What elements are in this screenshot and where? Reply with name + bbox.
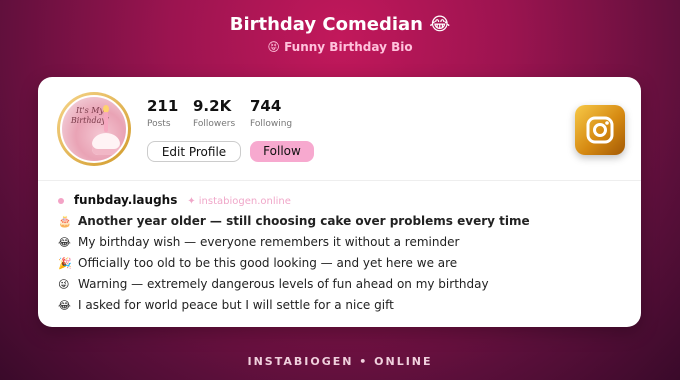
- handle-row: funbday.laughs ✦ instabiogen.online: [58, 193, 291, 207]
- avatar-image: It's My Birthday!: [60, 95, 128, 163]
- status-dot-icon: [58, 197, 64, 204]
- party-popper-icon: 🎉: [58, 257, 72, 270]
- bio-line: 🎉 Officially too old to be this good look…: [58, 256, 628, 277]
- bio-line: 😂 My birthday wish — everyone remembers i…: [58, 235, 628, 256]
- follow-button[interactable]: Follow: [250, 141, 314, 162]
- stat-following[interactable]: 744 Following: [250, 97, 310, 129]
- divider: [38, 180, 641, 181]
- stat-followers[interactable]: 9.2K Followers: [193, 97, 253, 129]
- bio-line-text: Another year older — still choosing cake…: [78, 214, 530, 228]
- edit-profile-button[interactable]: Edit Profile: [147, 141, 241, 162]
- laughing-face-icon: 😂: [58, 299, 71, 312]
- bio: 🎂 Another year older — still choosing cak…: [58, 214, 628, 319]
- website-link[interactable]: ✦ instabiogen.online: [187, 196, 291, 207]
- stat-following-value: 744: [250, 97, 282, 115]
- bio-line-text: Warning — extremely dangerous levels of …: [78, 277, 489, 291]
- stat-followers-value: 9.2K: [193, 97, 232, 115]
- username[interactable]: funbday.laughs: [74, 193, 178, 207]
- laughing-face-icon: 😂: [58, 236, 71, 249]
- instagram-icon[interactable]: [575, 105, 625, 155]
- bio-line-text: I asked for world peace but I will settl…: [78, 298, 394, 312]
- page-subtitle: 😝 Funny Birthday Bio: [267, 40, 413, 54]
- footer-brand: INSTABIOGEN • ONLINE: [247, 355, 433, 368]
- stat-followers-label: Followers: [193, 119, 236, 129]
- candle-icon: [104, 112, 108, 132]
- stat-following-label: Following: [250, 119, 293, 129]
- cupcake-icon: [92, 133, 120, 155]
- bio-line: 😜 Warning — extremely dangerous levels of…: [58, 277, 628, 298]
- bio-line: 😂 I asked for world peace but I will sett…: [58, 298, 628, 319]
- bio-line-text: My birthday wish — everyone remembers it…: [78, 235, 460, 249]
- winking-tongue-face-icon: 😜: [58, 278, 70, 291]
- profile-card: It's My Birthday! 211 Posts 9.2K Followe…: [38, 77, 641, 327]
- bio-line: 🎂 Another year older — still choosing cak…: [58, 214, 628, 235]
- avatar[interactable]: It's My Birthday!: [57, 92, 131, 166]
- page-title: Birthday Comedian 😂: [229, 14, 451, 35]
- bio-line-text: Officially too old to be this good looki…: [78, 256, 458, 270]
- cake-icon: 🎂: [58, 215, 72, 228]
